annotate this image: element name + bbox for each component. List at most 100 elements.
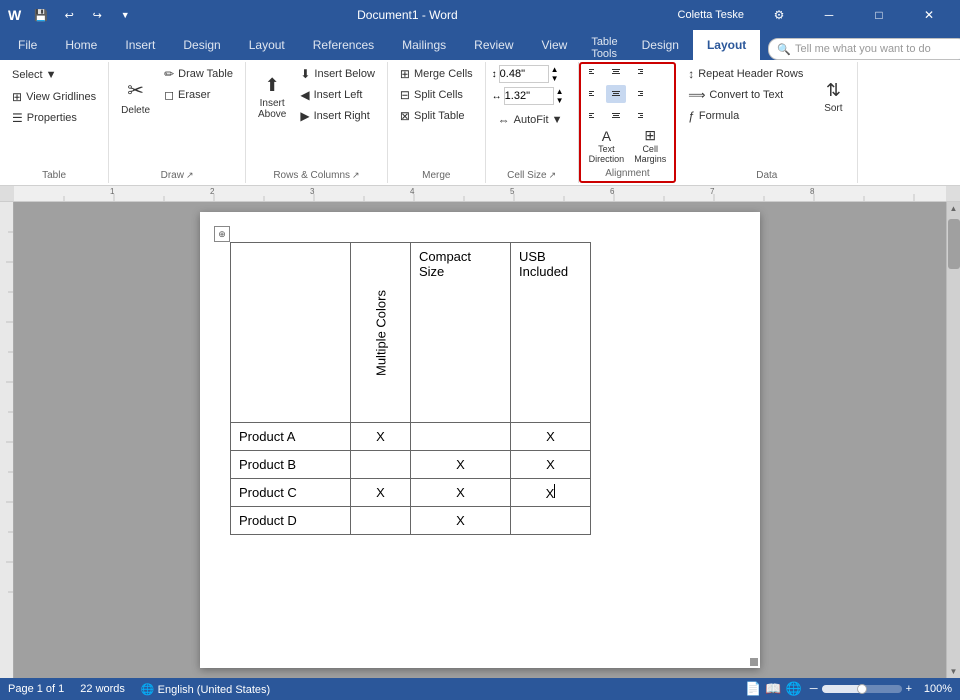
view-gridlines-button[interactable]: ⊞ View Gridlines bbox=[6, 87, 102, 107]
tab-table-layout[interactable]: Layout bbox=[693, 30, 760, 60]
alignment-group-label: Alignment bbox=[605, 166, 649, 179]
user-name: Coletta Teske bbox=[678, 9, 744, 21]
align-top-right-btn[interactable] bbox=[627, 66, 647, 84]
insert-above-label: InsertAbove bbox=[258, 98, 286, 120]
merge-group-content: ⊞ Merge Cells ⊟ Split Cells ⊠ Split Tabl… bbox=[394, 64, 479, 168]
table-cell-a-usb-included: X bbox=[511, 423, 591, 451]
scrollbar-thumb[interactable] bbox=[948, 219, 960, 269]
sort-button[interactable]: ⇅ Sort bbox=[815, 64, 851, 130]
align-bottom-right-btn[interactable] bbox=[627, 104, 647, 122]
height-down-btn[interactable]: ▼ bbox=[551, 74, 559, 83]
eraser-button[interactable]: ◻ Eraser bbox=[158, 85, 239, 105]
ribbon-group-rows-columns: ⬆ InsertAbove ⬇ Insert Below ◀ Insert Le… bbox=[246, 62, 388, 183]
table-cell-compact-size: CompactSize bbox=[411, 243, 511, 423]
language-btn[interactable]: 🌐 English (United States) bbox=[141, 683, 270, 696]
zoom-in-btn[interactable]: + bbox=[906, 683, 912, 695]
merge-cells-icon: ⊞ bbox=[400, 67, 410, 81]
table-row-product-a: Product A X X bbox=[231, 423, 591, 451]
align-bottom-left-btn[interactable] bbox=[585, 104, 605, 122]
view-gridlines-label: View Gridlines bbox=[26, 91, 96, 103]
formula-button[interactable]: ƒ Formula bbox=[682, 106, 809, 126]
svg-text:7: 7 bbox=[710, 187, 715, 196]
align-center-btn[interactable] bbox=[606, 85, 626, 103]
tab-insert[interactable]: Insert bbox=[111, 30, 169, 60]
horizontal-ruler: 1 2 3 4 5 6 7 8 bbox=[0, 186, 960, 202]
text-direction-button[interactable]: A TextDirection bbox=[585, 125, 629, 166]
gridlines-icon: ⊞ bbox=[12, 90, 22, 104]
width-down-btn[interactable]: ▼ bbox=[556, 96, 564, 105]
vertical-scrollbar[interactable]: ▲ ▼ bbox=[946, 202, 960, 678]
align-bottom-center-btn[interactable] bbox=[606, 104, 626, 122]
cell-size-content: ↕ ▲ ▼ ↔ ▲ ▼ ⇔ AutoFi bbox=[492, 64, 572, 170]
tab-view[interactable]: View bbox=[528, 30, 582, 60]
zoom-out-btn[interactable]: ─ bbox=[810, 683, 818, 695]
rows-columns-arrow[interactable]: ↗ bbox=[352, 170, 360, 181]
delete-label: Delete bbox=[121, 105, 150, 116]
insert-below-button[interactable]: ⬇ Insert Below bbox=[294, 64, 381, 84]
merge-cells-button[interactable]: ⊞ Merge Cells bbox=[394, 64, 479, 84]
rows-columns-group-label: Rows & Columns ↗ bbox=[273, 170, 359, 181]
draw-table-button[interactable]: ✏ Draw Table bbox=[158, 64, 239, 84]
select-button[interactable]: Select ▼ bbox=[6, 64, 102, 86]
tab-design[interactable]: Design bbox=[169, 30, 234, 60]
table-resize-handle[interactable] bbox=[750, 658, 758, 666]
properties-button[interactable]: ☰ Properties bbox=[6, 108, 102, 128]
zoom-level: 100% bbox=[916, 683, 952, 695]
table-tools-label: Table Tools bbox=[581, 36, 627, 60]
scroll-down-btn[interactable]: ▼ bbox=[948, 665, 960, 678]
width-up-btn[interactable]: ▲ bbox=[556, 87, 564, 96]
insert-above-button[interactable]: ⬆ InsertAbove bbox=[252, 64, 292, 130]
minimize-btn[interactable]: ─ bbox=[806, 0, 852, 30]
table-cell-a-compact-size bbox=[411, 423, 511, 451]
align-center-left-btn[interactable] bbox=[585, 85, 605, 103]
zoom-slider[interactable] bbox=[822, 685, 902, 693]
print-layout-btn[interactable]: 📄 bbox=[745, 681, 761, 697]
height-input[interactable] bbox=[499, 65, 549, 83]
tell-me-bar[interactable]: 🔍 Tell me what you want to do bbox=[768, 38, 960, 60]
align-top-left-btn[interactable] bbox=[585, 66, 605, 84]
insert-right-button[interactable]: ▶ Insert Right bbox=[294, 106, 381, 126]
table-move-handle[interactable]: ⊕ bbox=[214, 226, 230, 242]
split-cells-button[interactable]: ⊟ Split Cells bbox=[394, 85, 479, 105]
read-mode-btn[interactable]: 📖 bbox=[765, 681, 781, 697]
cell-size-arrow[interactable]: ↗ bbox=[549, 170, 557, 181]
scroll-up-btn[interactable]: ▲ bbox=[948, 202, 960, 215]
delete-button[interactable]: ✂ Delete bbox=[115, 64, 156, 130]
doc-scroll-area[interactable]: ⊕ Multiple Colors CompactSize USBInclude… bbox=[14, 202, 946, 678]
tab-table-design[interactable]: Design bbox=[628, 30, 693, 60]
split-table-button[interactable]: ⊠ Split Table bbox=[394, 106, 479, 126]
width-input[interactable] bbox=[504, 87, 554, 105]
convert-text-icon: ⟹ bbox=[688, 88, 705, 102]
undo-quick-btn[interactable]: ↩ bbox=[57, 3, 81, 27]
insert-left-button[interactable]: ◀ Insert Left bbox=[294, 85, 381, 105]
tab-references[interactable]: References bbox=[299, 30, 388, 60]
maximize-btn[interactable]: □ bbox=[856, 0, 902, 30]
tab-review[interactable]: Review bbox=[460, 30, 527, 60]
web-layout-btn[interactable]: 🌐 bbox=[786, 681, 802, 697]
autofit-button[interactable]: ⇔ AutoFit ▼ bbox=[492, 110, 572, 130]
save-quick-btn[interactable]: 💾 bbox=[29, 3, 53, 27]
svg-text:2: 2 bbox=[210, 187, 215, 196]
cell-margins-button[interactable]: ⊞ CellMargins bbox=[630, 125, 670, 166]
tab-mailings[interactable]: Mailings bbox=[388, 30, 460, 60]
tab-file[interactable]: File bbox=[4, 30, 51, 60]
width-icon: ↔ bbox=[492, 91, 502, 102]
cell-margins-icon: ⊞ bbox=[644, 127, 656, 144]
word-table: Multiple Colors CompactSize USBIncluded … bbox=[230, 242, 591, 535]
tab-layout[interactable]: Layout bbox=[235, 30, 299, 60]
insert-left-label: Insert Left bbox=[314, 89, 363, 101]
align-top-center-btn[interactable] bbox=[606, 66, 626, 84]
close-btn[interactable]: ✕ bbox=[906, 0, 952, 30]
quick-access-dropdown[interactable]: ▼ bbox=[113, 3, 137, 27]
align-center-right-btn[interactable] bbox=[627, 85, 647, 103]
insert-left-icon: ◀ bbox=[300, 88, 309, 102]
convert-to-text-button[interactable]: ⟹ Convert to Text bbox=[682, 85, 809, 105]
height-up-btn[interactable]: ▲ bbox=[551, 65, 559, 74]
repeat-header-rows-button[interactable]: ↕ Repeat Header Rows bbox=[682, 64, 809, 84]
draw-group-arrow[interactable]: ↗ bbox=[186, 170, 194, 181]
vertical-ruler bbox=[0, 202, 14, 678]
ribbon-settings-btn[interactable]: ⚙ bbox=[756, 0, 802, 30]
redo-quick-btn[interactable]: ↪ bbox=[85, 3, 109, 27]
tab-home[interactable]: Home bbox=[51, 30, 111, 60]
split-cells-label: Split Cells bbox=[414, 89, 463, 101]
